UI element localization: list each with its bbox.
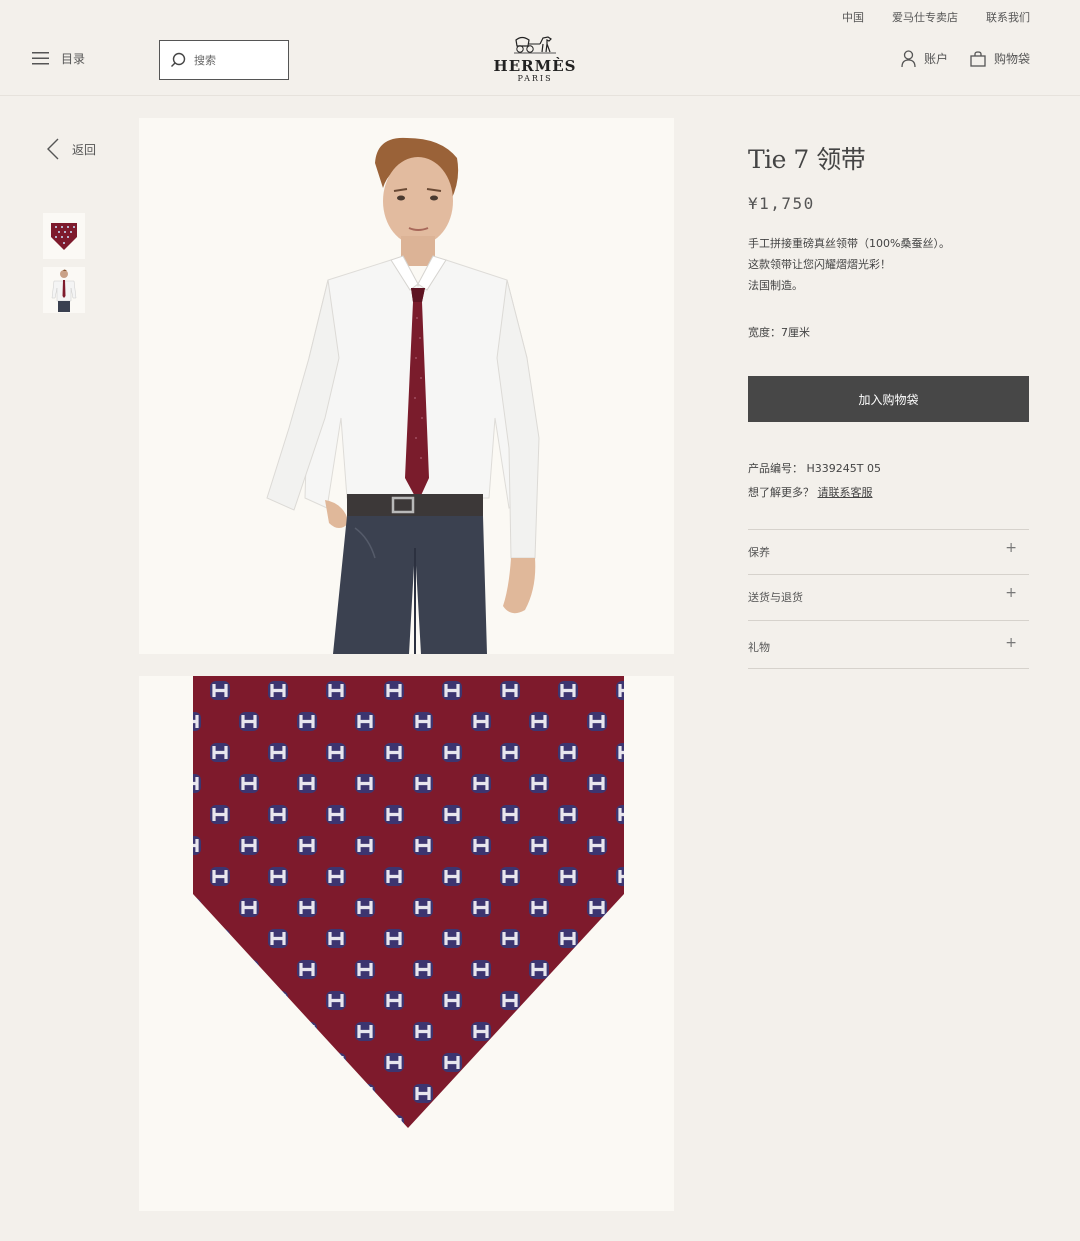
back-label: 返回 <box>72 142 97 157</box>
plus-icon: + <box>1005 540 1017 556</box>
description-line: 这款领带让您闪耀熠熠光彩！ <box>748 258 891 271</box>
accordion-shipping-returns[interactable]: 送货与退货 + <box>748 574 1029 620</box>
logo-subtitle: PARIS <box>517 74 553 83</box>
contact-service-link[interactable]: 请联系客服 <box>818 486 873 499</box>
accordion-label: 送货与退货 <box>748 591 803 604</box>
model-thumbnail-image <box>51 269 77 312</box>
top-utility-bar: 中国 爱马仕专卖店 联系我们 <box>0 0 1080 32</box>
product-width: 宽度：7厘米 <box>748 326 810 339</box>
accordion-label: 礼物 <box>748 641 770 654</box>
tie-pattern-detail-image <box>193 676 624 1128</box>
product-info-panel: Tie 7 领带 ¥1,750 手工拼接重磅真丝领带（100%桑蚕丝）。 这款领… <box>748 140 1029 669</box>
shopping-bag-button[interactable]: 购物袋 <box>970 50 1030 67</box>
accordion-label: 保养 <box>748 546 770 559</box>
user-icon <box>901 50 916 67</box>
bag-label: 购物袋 <box>993 52 1030 66</box>
menu-button[interactable]: 目录 <box>32 50 85 67</box>
product-photo-model[interactable] <box>139 118 674 654</box>
product-price: ¥1,750 <box>748 194 815 213</box>
utility-links: 中国 爱马仕专卖店 联系我们 <box>842 9 1030 25</box>
stores-link[interactable]: 爱马仕专卖店 <box>892 9 958 25</box>
add-to-bag-button[interactable]: 加入购物袋 <box>748 376 1029 422</box>
product-description: 手工拼接重磅真丝领带（100%桑蚕丝）。 这款领带让您闪耀熠熠光彩！ 法国制造。 <box>748 233 1029 296</box>
plus-icon: + <box>1005 635 1017 651</box>
model-wearing-tie-image <box>266 137 540 654</box>
description-line: 手工拼接重磅真丝领带（100%桑蚕丝）。 <box>748 237 950 250</box>
plus-icon: + <box>1005 585 1017 601</box>
account-label: 账户 <box>923 52 948 66</box>
accordion-care[interactable]: 保养 + <box>748 529 1029 575</box>
search-box[interactable] <box>159 40 289 80</box>
contact-link[interactable]: 联系我们 <box>986 9 1030 25</box>
hamburger-icon <box>32 52 49 65</box>
menu-label: 目录 <box>61 52 86 66</box>
thumbnail-tie-swatch[interactable] <box>43 213 85 259</box>
more-info-prefix: 想了解更多？ <box>748 486 814 499</box>
search-input[interactable] <box>194 53 274 67</box>
chevron-left-icon <box>47 138 59 160</box>
product-photo-tie-detail[interactable] <box>139 676 674 1211</box>
accordion-divider <box>748 668 1029 669</box>
carriage-logo-icon <box>514 36 556 54</box>
thumbnail-model[interactable] <box>43 267 85 313</box>
tie-swatch-thumbnail-image <box>51 223 77 250</box>
bag-icon <box>970 50 986 67</box>
logo-wordmark: HERMÈS <box>493 57 577 75</box>
product-code: 产品编号： H339245T 05 <box>748 462 881 475</box>
back-button[interactable]: 返回 <box>46 137 96 161</box>
account-button[interactable]: 账户 <box>901 50 948 67</box>
search-icon <box>171 52 186 67</box>
more-info: 想了解更多？ 请联系客服 <box>748 484 873 500</box>
site-header: 目录 HERMÈS PARIS 账户 <box>0 32 1080 96</box>
hermes-logo[interactable]: HERMÈS PARIS <box>480 34 590 83</box>
region-link[interactable]: 中国 <box>842 9 864 25</box>
header-actions: 账户 购物袋 <box>901 50 1030 67</box>
product-title: Tie 7 领带 <box>748 145 866 174</box>
accordion-gift[interactable]: 礼物 + <box>748 620 1029 666</box>
description-line: 法国制造。 <box>748 279 803 292</box>
